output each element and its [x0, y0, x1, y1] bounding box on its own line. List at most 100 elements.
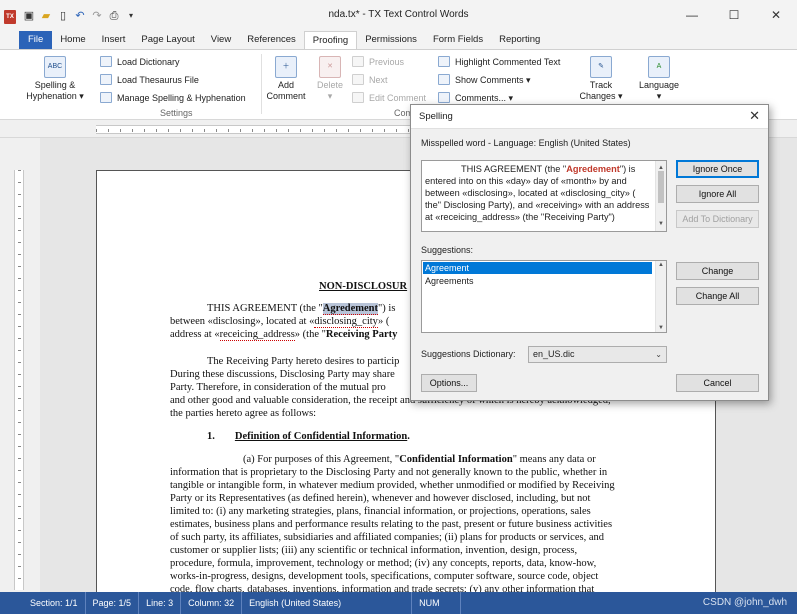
- misspelled-word[interactable]: Agredement: [322, 303, 379, 315]
- para3-line6: of such party, its affiliates, subsidiar…: [170, 532, 604, 543]
- para3-line1: information that is proprietary to the D…: [170, 467, 608, 478]
- thesaurus-icon: [100, 74, 112, 85]
- suggestions-list[interactable]: Agreement Agreements ▲ ▼: [421, 260, 667, 333]
- status-num: NUM: [412, 592, 461, 614]
- misspelled-word-label: Misspelled word - Language: English (Uni…: [421, 138, 631, 148]
- manage-spelling-button[interactable]: Manage Spelling & Hyphenation: [100, 92, 246, 104]
- track-changes-button[interactable]: ✎ Track Changes ▾: [576, 56, 626, 102]
- scroll-down-icon[interactable]: ▼: [656, 218, 666, 230]
- para1-line1-pre: THIS AGREEMENT (the ": [207, 303, 323, 314]
- minimize-icon[interactable]: —: [671, 0, 713, 31]
- comments-menu-button[interactable]: Comments... ▾: [438, 92, 513, 104]
- title-bar: TX ▣ ▰ ▯ ↶ ↷ ⎙ ▾ nda.tx* - TX Text Contr…: [0, 0, 797, 31]
- add-comment-button[interactable]: ＋ Add Comment: [264, 56, 308, 102]
- para2-line1: The Receiving Party hereto desires to pa…: [207, 356, 400, 367]
- scroll-down-icon[interactable]: ▼: [656, 325, 666, 331]
- manage-icon: [100, 92, 112, 103]
- change-all-button[interactable]: Change All: [676, 287, 759, 305]
- field-disclosing-city: disclosing_city: [314, 316, 378, 328]
- language-label-2: ▾: [656, 91, 662, 101]
- tab-file[interactable]: File: [19, 31, 53, 49]
- para1-line1: THIS AGREEMENT (the "Agredement") is: [207, 303, 395, 315]
- tab-home[interactable]: Home: [52, 31, 93, 49]
- tab-page-layout[interactable]: Page Layout: [133, 31, 202, 49]
- language-label-1: Language: [638, 80, 680, 90]
- delete-label-2: ▾: [327, 91, 333, 101]
- para1-line3: address at «receicing_address» (the "Rec…: [170, 329, 398, 341]
- para1-line2: between «disclosing», located at «disclo…: [170, 316, 389, 328]
- suggestions-scrollbar[interactable]: ▲ ▼: [655, 261, 666, 332]
- cancel-button[interactable]: Cancel: [676, 374, 759, 392]
- suggestions-dictionary-select[interactable]: en_US.dic ⌄: [528, 346, 667, 363]
- spelling-dialog: Spelling ✕ Misspelled word - Language: E…: [410, 104, 769, 401]
- context-scrollbar[interactable]: ▲ ▼: [655, 161, 666, 231]
- section1-number: 1.: [207, 431, 215, 442]
- highlight-commented-text-button[interactable]: Highlight Commented Text: [438, 56, 560, 68]
- tab-permissions[interactable]: Permissions: [357, 31, 425, 49]
- load-dictionary-button[interactable]: Load Dictionary: [100, 56, 180, 68]
- track-changes-label-1: Track: [589, 80, 613, 90]
- ignore-all-button[interactable]: Ignore All: [676, 185, 759, 203]
- para3-line4: limited to: (i) any marketing strategies…: [170, 506, 591, 517]
- next-comment-button[interactable]: Next: [352, 74, 388, 86]
- para2-line3: Party. Therefore, in consideration of th…: [170, 382, 386, 393]
- suggestions-dictionary-label: Suggestions Dictionary:: [421, 349, 516, 359]
- ignore-once-button[interactable]: Ignore Once: [676, 160, 759, 178]
- track-changes-icon: ✎: [590, 56, 612, 78]
- tab-insert[interactable]: Insert: [94, 31, 134, 49]
- context-pre: THIS AGREEMENT (the ": [461, 164, 567, 174]
- para3-lead: (a) For purposes of this Agreement, "Con…: [243, 454, 596, 465]
- status-bar: Section: 1/1 Page: 1/5 Line: 3 Column: 3…: [0, 592, 797, 614]
- para3-line10: code, flow charts, databases, inventions…: [170, 584, 595, 592]
- scroll-thumb[interactable]: [658, 171, 664, 203]
- status-column: Column: 32: [181, 592, 243, 614]
- section1-title: Definition of Confidential Information: [234, 431, 408, 442]
- receiving-party-term: Receiving Party: [325, 329, 398, 340]
- load-thesaurus-label: Load Thesaurus File: [117, 75, 199, 85]
- context-misspelled-word: Agredement: [566, 164, 620, 174]
- maximize-icon[interactable]: ☐: [713, 0, 755, 31]
- misspelled-context-textbox[interactable]: THIS AGREEMENT (the "Agredement") is ent…: [421, 160, 667, 232]
- next-label: Next: [369, 75, 388, 85]
- show-comments-button[interactable]: Show Comments ▾: [438, 74, 531, 86]
- suggestion-item[interactable]: Agreement: [423, 262, 652, 274]
- tab-proofing[interactable]: Proofing: [303, 31, 358, 49]
- add-comment-label-2: Comment: [266, 91, 306, 101]
- suggestion-item[interactable]: Agreements: [423, 275, 652, 287]
- show-comments-label: Show Comments ▾: [455, 75, 531, 85]
- delete-comment-button[interactable]: ✕ Delete ▾: [312, 56, 348, 102]
- options-button[interactable]: Options...: [421, 374, 477, 392]
- previous-comment-button[interactable]: Previous: [352, 56, 404, 68]
- previous-comment-icon: [352, 56, 364, 67]
- tab-view[interactable]: View: [203, 31, 239, 49]
- chevron-down-icon: ⌄: [655, 350, 662, 359]
- para3-line7: customer or supplier lists; (iii) any sc…: [170, 545, 578, 556]
- next-comment-icon: [352, 74, 364, 85]
- spelling-hyphenation-button[interactable]: ABC Spelling & Hyphenation ▾: [20, 56, 90, 102]
- settings-group-label: Settings: [160, 108, 193, 118]
- para3-line2: tangible or intangible form, in whatever…: [170, 480, 615, 491]
- para3-lead-post: " means any data or: [512, 454, 596, 465]
- vertical-ruler[interactable]: [0, 138, 40, 592]
- dialog-title-bar[interactable]: Spelling ✕: [411, 105, 768, 129]
- dictionary-icon: [100, 56, 112, 67]
- para2-line5: the parties hereto agree as follows:: [170, 408, 317, 419]
- comments-icon: [438, 92, 450, 103]
- scroll-up-icon[interactable]: ▲: [656, 262, 666, 268]
- language-button[interactable]: A Language ▾: [634, 56, 684, 102]
- track-changes-label-2: Changes ▾: [579, 91, 623, 101]
- para3-line5: estimates, business plans and performanc…: [170, 519, 613, 530]
- change-button[interactable]: Change: [676, 262, 759, 280]
- close-icon[interactable]: ✕: [755, 0, 797, 31]
- status-language[interactable]: English (United States): [242, 592, 413, 614]
- add-to-dictionary-button[interactable]: Add To Dictionary: [676, 210, 759, 228]
- edit-comment-button[interactable]: Edit Comment: [352, 92, 426, 104]
- tab-form-fields[interactable]: Form Fields: [425, 31, 491, 49]
- dictionary-value: en_US.dic: [533, 349, 575, 359]
- tab-references[interactable]: References: [239, 31, 304, 49]
- dialog-close-icon[interactable]: ✕: [749, 108, 760, 124]
- dialog-title: Spelling: [419, 111, 453, 122]
- manage-spelling-label: Manage Spelling & Hyphenation: [117, 93, 246, 103]
- tab-reporting[interactable]: Reporting: [491, 31, 548, 49]
- load-thesaurus-button[interactable]: Load Thesaurus File: [100, 74, 199, 86]
